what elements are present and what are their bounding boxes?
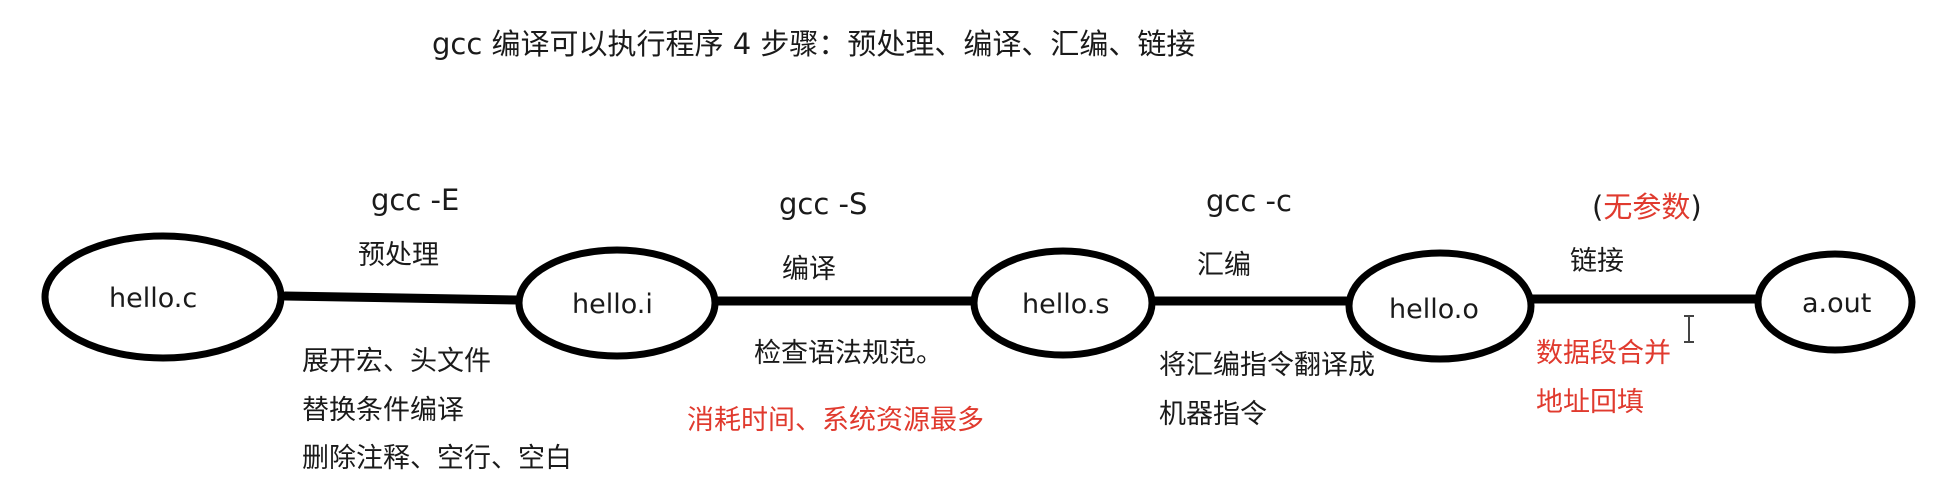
assemble-note-1: 将汇编指令翻译成 bbox=[1159, 350, 1375, 381]
node-label-hello-s: hello.s bbox=[1022, 289, 1110, 320]
command-assemble: gcc -c bbox=[1206, 184, 1292, 218]
diagram-title: gcc 编译可以执行程序 4 步骤：预处理、编译、汇编、链接 bbox=[432, 27, 1196, 61]
assemble-note-2: 机器指令 bbox=[1159, 399, 1267, 430]
command-link: (无参数) bbox=[1592, 193, 1702, 222]
compile-note: 检查语法规范。 bbox=[754, 338, 943, 369]
text-cursor-icon bbox=[1684, 315, 1694, 343]
compile-warning: 消耗时间、系统资源最多 bbox=[687, 405, 984, 436]
preprocess-note-2: 替换条件编译 bbox=[302, 395, 464, 426]
command-link-open-paren: ( bbox=[1592, 190, 1604, 224]
command-link-close-paren: ) bbox=[1690, 190, 1702, 224]
step-name-compile: 编译 bbox=[782, 254, 836, 285]
command-compile: gcc -S bbox=[779, 187, 868, 221]
command-link-text: 无参数 bbox=[1603, 190, 1691, 224]
step-name-assemble: 汇编 bbox=[1197, 250, 1251, 281]
link-note-2: 地址回填 bbox=[1536, 387, 1644, 418]
link-note-1: 数据段合并 bbox=[1536, 338, 1671, 369]
node-label-hello-c: hello.c bbox=[109, 283, 198, 314]
step-name-link: 链接 bbox=[1570, 246, 1624, 277]
preprocess-note-3: 删除注释、空行、空白 bbox=[302, 443, 572, 474]
edge-hello-c-to-hello-i bbox=[280, 291, 523, 305]
preprocess-note-1: 展开宏、头文件 bbox=[302, 346, 491, 377]
node-label-hello-o: hello.o bbox=[1389, 294, 1479, 325]
node-label-a-out: a.out bbox=[1802, 288, 1872, 319]
node-label-hello-i: hello.i bbox=[572, 289, 653, 320]
step-name-preprocess: 预处理 bbox=[358, 240, 439, 271]
command-preprocess: gcc -E bbox=[371, 183, 460, 217]
